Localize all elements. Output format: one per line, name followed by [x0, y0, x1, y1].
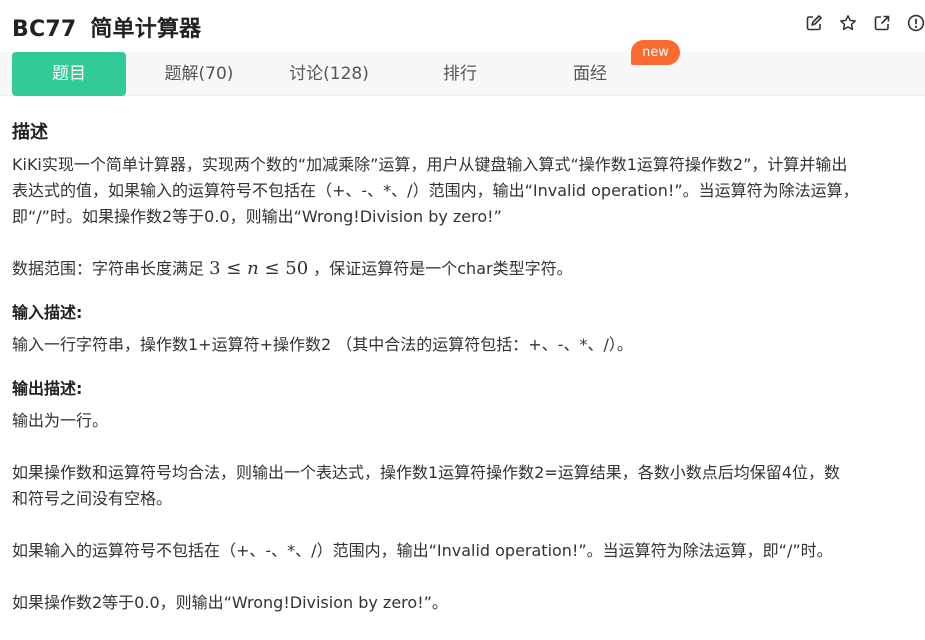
description-line: 表达式的值，如果输入的运算符号不包括在（+、-、*、/）范围内，输出“Inval… [12, 181, 859, 200]
range-math-var: n [247, 258, 259, 279]
output-text: 输出为一行。 [12, 411, 109, 430]
data-range-suffix: ，保证运算符是一个char类型字符。 [313, 259, 573, 278]
output-text: 如果操作数和运算符号均合法，则输出一个表达式，操作数1运算符操作数2=运算结果，… [12, 463, 840, 482]
tab-problem[interactable]: 题目 [12, 52, 126, 96]
description-line: 即“/”时。如果操作数2等于0.0，则输出“Wrong!Division by … [12, 207, 502, 226]
problem-content: 描述 KiKi实现一个简单计算器，实现两个数的“加减乘除”运算，用户从键盘输入算… [12, 120, 917, 616]
output-text: 如果操作数2等于0.0，则输出“Wrong!Division by zero!”… [12, 593, 448, 612]
problem-tabs: 题目 题解(70) 讨论(128) 排行 面经 [0, 52, 925, 96]
problem-header: BC77 简单计算器 [0, 0, 925, 50]
tab-discussion[interactable]: 讨论(128) [265, 52, 393, 96]
output-text: 如果输入的运算符号不包括在（+、-、*、/）范围内，输出“Invalid ope… [12, 541, 833, 560]
edit-icon[interactable] [805, 14, 823, 32]
range-math: 3 ≤ n ≤ 50 [209, 258, 308, 279]
range-math-right: ≤ 50 [264, 258, 309, 279]
range-math-left: 3 ≤ [209, 258, 242, 279]
star-icon[interactable] [839, 14, 857, 32]
header-actions [789, 14, 925, 32]
description-line: KiKi实现一个简单计算器，实现两个数的“加减乘除”运算，用户从键盘输入算式“操… [12, 155, 848, 174]
data-range-prefix: 数据范围：字符串长度满足 [12, 259, 205, 278]
input-text: 输入一行字符串，操作数1+运算符+操作数2 （其中合法的运算符包括：+、-、*、… [12, 335, 633, 354]
output-heading: 输出描述: [12, 379, 83, 398]
tab-ranking[interactable]: 排行 [405, 52, 515, 96]
output-text: 和符号之间没有空格。 [12, 489, 173, 508]
description-heading: 描述 [12, 122, 48, 143]
problem-id: BC77 [12, 17, 77, 42]
page-title: BC77 简单计算器 [12, 11, 201, 43]
input-heading: 输入描述: [12, 303, 83, 322]
data-range: 数据范围：字符串长度满足 3 ≤ n ≤ 50 ，保证运算符是一个char类型字… [12, 256, 917, 282]
share-icon[interactable] [873, 14, 891, 32]
problem-title: 简单计算器 [90, 17, 202, 42]
tab-interview[interactable]: 面经 [535, 52, 645, 96]
tab-solutions[interactable]: 题解(70) [138, 52, 260, 96]
new-badge: new [631, 40, 680, 65]
report-icon[interactable] [907, 14, 925, 32]
